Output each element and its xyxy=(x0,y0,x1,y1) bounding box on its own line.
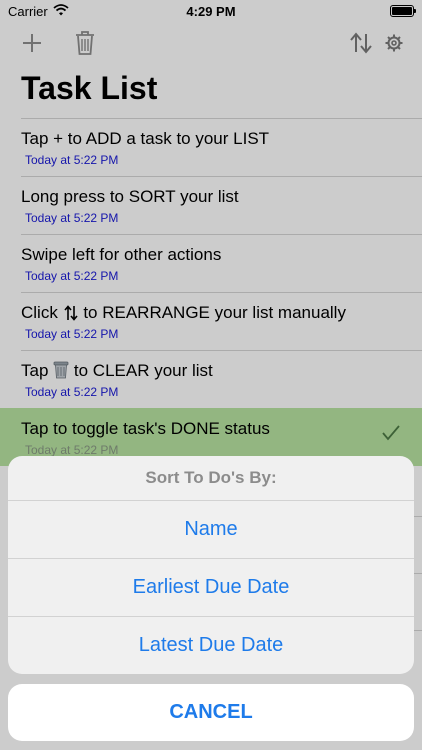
sort-action-sheet: Sort To Do's By: Name Earliest Due Date … xyxy=(8,456,414,674)
sort-sheet-title: Sort To Do's By: xyxy=(8,456,414,501)
sort-option-earliest-due-date[interactable]: Earliest Due Date xyxy=(8,559,414,617)
cancel-button[interactable]: CANCEL xyxy=(8,684,414,741)
app-screen: Carrier 4:29 PM Task List Tap + to ADD a… xyxy=(0,0,422,750)
sort-option-latest-due-date[interactable]: Latest Due Date xyxy=(8,617,414,674)
sort-option-name[interactable]: Name xyxy=(8,501,414,559)
